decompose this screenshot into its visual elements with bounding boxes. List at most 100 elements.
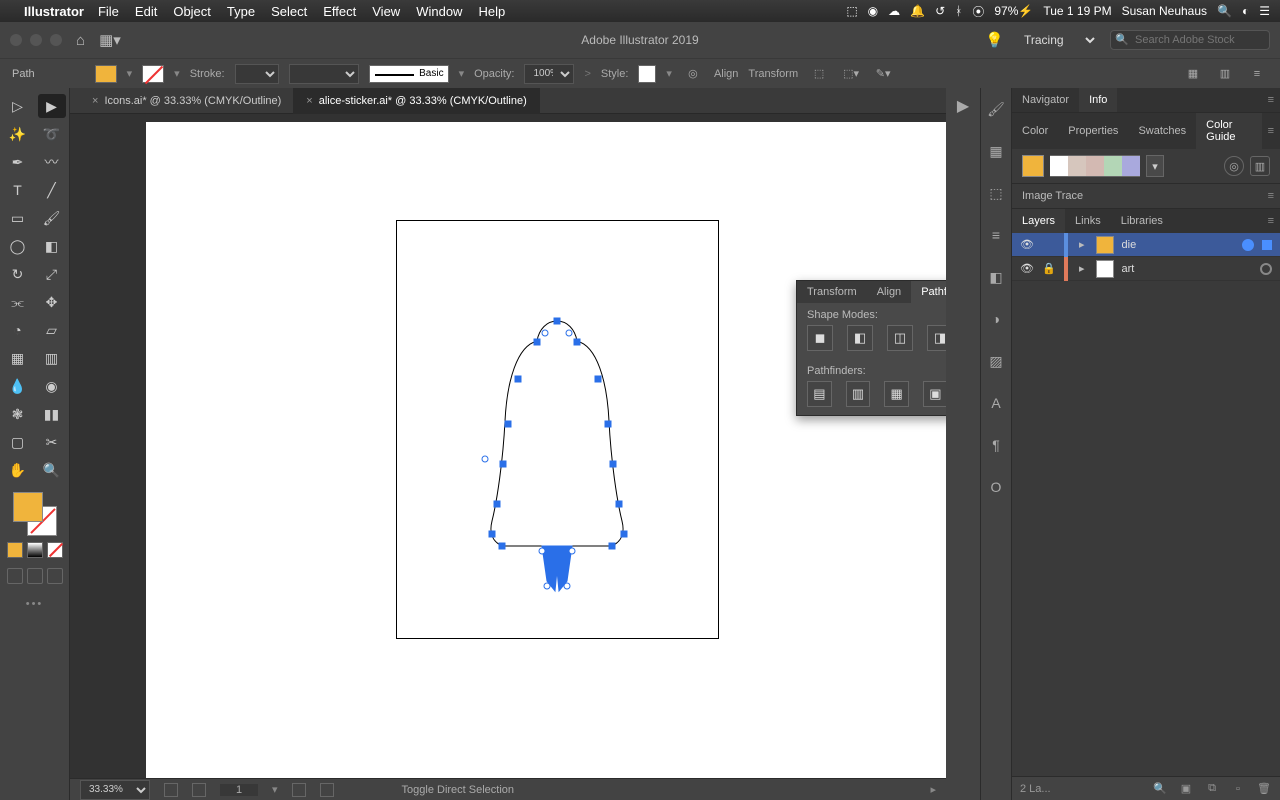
tab-properties[interactable]: Properties [1058, 119, 1128, 143]
notification-icon[interactable]: 🔔 [910, 4, 925, 18]
cloud-icon[interactable]: ☁ [888, 4, 900, 18]
menu-view[interactable]: View [372, 4, 400, 19]
line-tool[interactable]: ╱ [38, 178, 66, 202]
base-color-swatch[interactable] [1022, 155, 1044, 177]
pen-tool[interactable]: ✒ [4, 150, 32, 174]
rectangle-tool[interactable]: ▭ [4, 206, 32, 230]
blend-tool[interactable]: ◉ [38, 374, 66, 398]
minus-front-button[interactable]: ◧ [847, 325, 873, 351]
clipping-mask-icon[interactable]: ▣ [1178, 782, 1194, 795]
zoom-tool[interactable]: 🔍 [38, 458, 66, 482]
delete-layer-icon[interactable]: 🗑 [1256, 782, 1272, 795]
variable-width-select[interactable] [289, 64, 359, 84]
menu-effect[interactable]: Effect [323, 4, 356, 19]
graphic-style-swatch[interactable] [638, 65, 656, 83]
target-icon[interactable] [1260, 263, 1272, 275]
image-trace-label[interactable]: Image Trace [1012, 184, 1093, 208]
rail-swatches-icon[interactable]: ▦ [985, 140, 1007, 162]
layer-name[interactable]: art [1122, 263, 1252, 275]
shaper-tool[interactable]: ◯ [4, 234, 32, 258]
adobe-stock-search-input[interactable] [1110, 30, 1270, 50]
siri-icon[interactable]: ◐ [1242, 4, 1249, 18]
menu-type[interactable]: Type [227, 4, 255, 19]
close-icon[interactable]: × [306, 95, 312, 107]
selection-tool[interactable]: ▷ [4, 94, 32, 118]
menu-file[interactable]: File [98, 4, 119, 19]
app-name[interactable]: Illustrator [24, 4, 84, 19]
menu-window[interactable]: Window [416, 4, 462, 19]
slice-tool[interactable]: ✂ [38, 430, 66, 454]
tab-links[interactable]: Links [1065, 209, 1111, 233]
shape-builder-icon[interactable]: ⬚▾ [840, 63, 862, 85]
zoom-select[interactable]: 33.33% [80, 780, 150, 800]
tab-layers[interactable]: Layers [1012, 209, 1065, 233]
rail-brushes-icon[interactable]: 🖌 [985, 98, 1007, 120]
isolate-icon[interactable]: ⬚ [808, 63, 830, 85]
menu-object[interactable]: Object [173, 4, 211, 19]
save-group-icon[interactable]: ▥ [1250, 156, 1270, 176]
home-icon[interactable]: ⌂ [76, 32, 85, 49]
mesh-tool[interactable]: ▦ [4, 346, 32, 370]
first-artboard-btn[interactable] [164, 783, 178, 797]
panel-menu-icon[interactable]: ≡ [1262, 121, 1280, 141]
color-mode-btn[interactable] [7, 542, 23, 558]
user-name[interactable]: Susan Neuhaus [1122, 4, 1207, 18]
none-mode-btn[interactable] [47, 542, 63, 558]
align-pixel-icon[interactable]: ▦ [1182, 63, 1204, 85]
gradient-tool[interactable]: ▥ [38, 346, 66, 370]
lock-toggle-icon[interactable]: 🔒 [1042, 262, 1056, 275]
opacity-select[interactable]: 100% [524, 64, 574, 84]
harmony-menu-icon[interactable]: ▾ [1146, 155, 1164, 177]
arrange-documents-icon[interactable]: ▦▾ [99, 31, 121, 49]
stroke-weight-select[interactable] [235, 64, 279, 84]
panel-menu-icon[interactable]: ≡ [1262, 90, 1280, 110]
layer-name[interactable]: die [1122, 239, 1234, 251]
pathfinder-panel[interactable]: Transform Align Pathfinder » ≡ Shape Mod… [796, 280, 946, 416]
column-graph-tool[interactable]: ▮▮ [38, 402, 66, 426]
panel-menu-icon[interactable]: ≡ [1262, 186, 1280, 206]
rail-transparency-icon[interactable]: ▨ [985, 350, 1007, 372]
discover-icon[interactable]: 💡 [985, 31, 1004, 49]
paintbrush-tool[interactable]: 🖌 [38, 206, 66, 230]
rail-appearance-icon[interactable]: ◑ [985, 308, 1007, 330]
harmony-strip[interactable] [1050, 155, 1140, 177]
align-link[interactable]: Align [714, 68, 738, 80]
play-action-icon[interactable]: ▶ [957, 96, 969, 116]
lasso-tool[interactable]: ➰ [38, 122, 66, 146]
draw-mode-buttons[interactable] [7, 568, 63, 584]
expand-layer-icon[interactable]: ▸ [1076, 238, 1088, 251]
layer-row[interactable]: 👁 🔒 ▸ art [1012, 257, 1280, 281]
tab-libraries[interactable]: Libraries [1111, 209, 1173, 233]
spotlight-icon[interactable]: 🔍 [1217, 4, 1232, 18]
dropbox-icon[interactable]: ⬚ [846, 4, 857, 18]
rail-opentype-icon[interactable]: O [985, 476, 1007, 498]
fill-box[interactable] [13, 492, 43, 522]
crop-image-icon[interactable]: ▥ [1214, 63, 1236, 85]
perspective-tool[interactable]: ▱ [38, 318, 66, 342]
menu-help[interactable]: Help [478, 4, 505, 19]
window-controls[interactable] [10, 34, 62, 46]
panel-menu-icon[interactable]: ≡ [1262, 211, 1280, 231]
hand-tool[interactable]: ✋ [4, 458, 32, 482]
live-paint-icon[interactable]: ✎▾ [872, 63, 894, 85]
magic-wand-tool[interactable]: ✨ [4, 122, 32, 146]
exclude-button[interactable]: ◨ [927, 325, 946, 351]
recolor-icon[interactable]: ◎ [682, 63, 704, 85]
locate-object-icon[interactable]: 🔍 [1152, 782, 1168, 795]
tab-info[interactable]: Info [1079, 88, 1117, 112]
expand-layer-icon[interactable]: ▸ [1076, 262, 1088, 275]
fill-swatch[interactable] [95, 65, 117, 83]
next-artboard-btn[interactable] [292, 783, 306, 797]
rail-paragraph-icon[interactable]: ¶ [985, 434, 1007, 456]
new-layer-icon[interactable]: ▫ [1230, 783, 1246, 795]
stroke-swatch[interactable] [142, 65, 164, 83]
selection-indicator[interactable] [1262, 240, 1272, 250]
menu-select[interactable]: Select [271, 4, 307, 19]
divide-button[interactable]: ▤ [807, 381, 832, 407]
merge-button[interactable]: ▦ [884, 381, 909, 407]
shape-builder-tool[interactable]: ◔ [4, 318, 32, 342]
eyedropper-tool[interactable]: 💧 [4, 374, 32, 398]
intersect-button[interactable]: ◫ [887, 325, 913, 351]
tab-swatches[interactable]: Swatches [1128, 119, 1196, 143]
transform-link[interactable]: Transform [748, 68, 798, 80]
